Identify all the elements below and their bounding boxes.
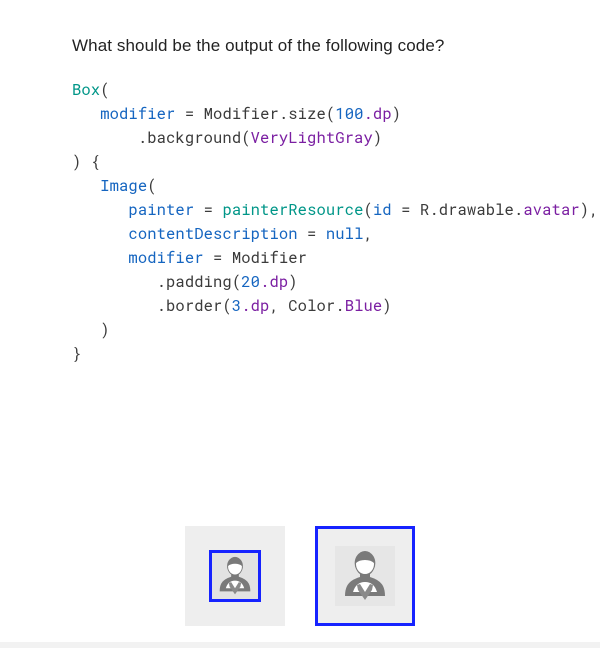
option-a[interactable] [185, 526, 285, 626]
tok-r: R.drawable. [420, 200, 523, 220]
answer-options [0, 526, 600, 626]
tok-vlg: VeryLightGray [251, 128, 373, 148]
tok-eq: = [175, 104, 203, 124]
tok-dp2: .dp [260, 272, 288, 292]
tok-bg: .background( [138, 128, 251, 148]
tok-3: 3 [232, 296, 241, 316]
code-block: Box( modifier = Modifier.size(100.dp) .b… [72, 78, 552, 366]
tok-colorpre: , Color. [269, 296, 344, 316]
tok-100: 100 [335, 104, 363, 124]
tok-id: id [373, 200, 392, 220]
option-a-box [185, 526, 285, 626]
tok-image: Image [100, 176, 147, 196]
tok-null: null [326, 224, 364, 244]
bottom-divider [0, 642, 600, 648]
tok-painter: painter [128, 200, 194, 220]
tok-pad: .padding( [157, 272, 242, 292]
tok-Modifier2: Modifier [232, 248, 307, 268]
option-a-border [209, 550, 261, 602]
avatar-icon [335, 546, 395, 606]
tok-box: Box [72, 80, 100, 100]
option-b-box [315, 526, 415, 626]
tok-eq2: = [194, 200, 222, 220]
tok-Modifier: Modifier [204, 104, 279, 124]
tok-pres: painterResource [222, 200, 363, 220]
tok-dp1: .dp [364, 104, 392, 124]
tok-modifier: modifier [100, 104, 175, 124]
option-b-pad [335, 546, 395, 606]
tok-eq4: = [298, 224, 326, 244]
avatar-icon [212, 553, 258, 599]
tok-20: 20 [241, 272, 260, 292]
tok-eq5: = [204, 248, 232, 268]
tok-modifier2: modifier [128, 248, 203, 268]
option-b[interactable] [315, 526, 415, 626]
tok-avatar: avatar [523, 200, 579, 220]
tok-eq3: = [392, 200, 420, 220]
tok-blue: Blue [345, 296, 383, 316]
tok-size: .size( [279, 104, 335, 124]
tok-dp3: .dp [241, 296, 269, 316]
question-text: What should be the output of the followi… [72, 36, 552, 56]
tok-bor: .border( [157, 296, 232, 316]
tok-cd: contentDescription [128, 224, 297, 244]
